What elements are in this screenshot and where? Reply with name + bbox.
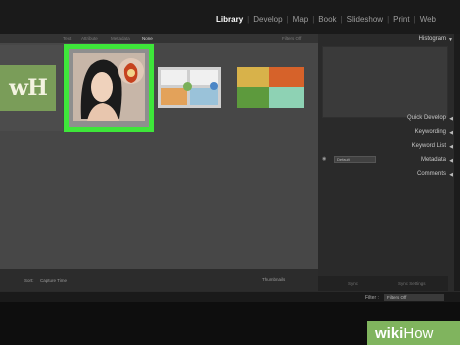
module-library[interactable]: Library (212, 15, 247, 24)
module-picker: Library | Develop | Map | Book | Slideshow | … (0, 0, 460, 34)
collage-dot (183, 82, 192, 91)
expand-triangle-icon[interactable]: ◀ (449, 158, 453, 164)
sort-order-select[interactable]: Capture Time (40, 278, 67, 283)
keyword-list-panel-header[interactable]: Keyword List (412, 143, 446, 149)
histogram-panel-header[interactable]: Histogram (419, 36, 446, 42)
filmstrip-header: Filter : Filters Off (0, 291, 460, 302)
quick-develop-panel-header[interactable]: Quick Develop (407, 115, 446, 121)
color-block (237, 87, 269, 108)
library-filter-bar: Text Attribute Metadata None Filters Off (0, 34, 318, 43)
filter-preset[interactable]: Filters Off (282, 36, 301, 41)
keywording-panel-header[interactable]: Keywording (415, 129, 446, 135)
collage-block (190, 88, 218, 105)
collage-block (161, 88, 187, 105)
sync-bar: Sync Sync Settings (318, 276, 448, 291)
selected-thumbnail[interactable] (64, 44, 154, 132)
sync-button[interactable]: Sync (348, 281, 358, 286)
thumbnails-size-label[interactable]: Thumbnails (262, 277, 285, 282)
filter-attribute[interactable]: Attribute (81, 36, 98, 41)
thumbnail-wh-logo: wH (0, 65, 56, 111)
sync-settings-button[interactable]: Sync Settings (398, 281, 426, 286)
module-list: Library | Develop | Map | Book | Slideshow | … (212, 15, 440, 24)
color-block (269, 87, 304, 108)
thumbnail-color-blocks[interactable] (237, 67, 304, 108)
module-slideshow[interactable]: Slideshow (343, 15, 387, 24)
metadata-preset-select[interactable]: Default (334, 156, 376, 163)
right-panel: Histogram ▼ Quick Develop ◀ Keywording ◀… (318, 34, 460, 291)
filter-text[interactable]: Text (63, 36, 71, 41)
watermark-part1: wiki (375, 324, 404, 342)
collage-dot (210, 82, 218, 90)
grid-view[interactable]: wH (0, 43, 318, 269)
sort-label: Sort: (24, 278, 34, 283)
wikihow-watermark: wiki How (367, 321, 460, 345)
filter-metadata[interactable]: Metadata (111, 36, 130, 41)
expand-triangle-icon[interactable]: ◀ (449, 172, 453, 178)
module-web[interactable]: Web (416, 15, 440, 24)
thumbnail-portrait (69, 49, 149, 127)
module-map[interactable]: Map (289, 15, 313, 24)
expand-triangle-icon[interactable]: ◀ (449, 116, 453, 122)
expand-triangle-icon[interactable]: ◀ (449, 130, 453, 136)
color-block (269, 67, 304, 87)
eye-icon[interactable]: ◉ (322, 156, 326, 162)
watermark-part2: How (403, 324, 434, 342)
grid-toolbar: Sort: Capture Time Thumbnails (0, 269, 318, 291)
module-book[interactable]: Book (314, 15, 340, 24)
filmstrip-filter-select[interactable]: Filters Off (384, 294, 444, 301)
grid-cell[interactable]: wH (0, 45, 63, 131)
metadata-panel-header[interactable]: Metadata (421, 157, 446, 163)
filter-none[interactable]: None (142, 36, 153, 41)
collapse-triangle-icon[interactable]: ▼ (448, 37, 453, 43)
color-block (237, 67, 269, 87)
module-print[interactable]: Print (389, 15, 413, 24)
histogram-display (322, 46, 448, 118)
expand-triangle-icon[interactable]: ◀ (449, 144, 453, 150)
filter-label: Filter : (365, 295, 379, 301)
module-develop[interactable]: Develop (249, 15, 286, 24)
thumbnail-collage[interactable] (158, 67, 221, 108)
comments-panel-header[interactable]: Comments (417, 171, 446, 177)
panel-scrollbar[interactable] (454, 34, 460, 291)
